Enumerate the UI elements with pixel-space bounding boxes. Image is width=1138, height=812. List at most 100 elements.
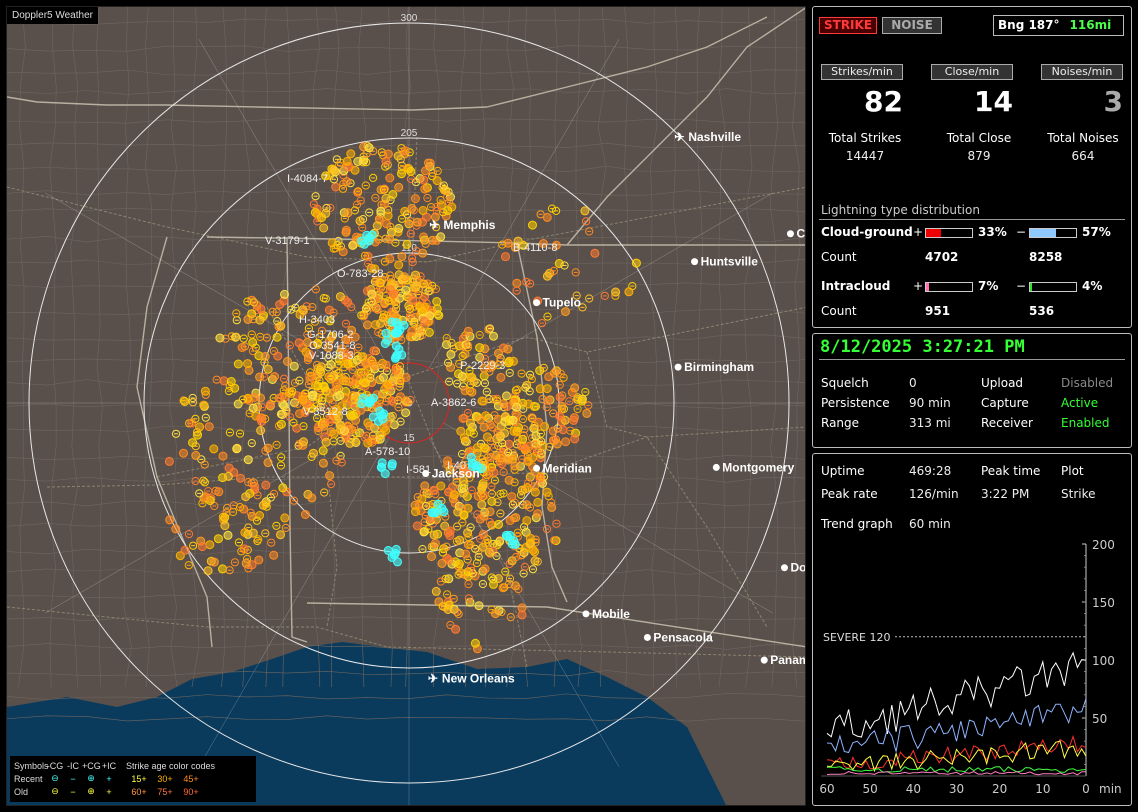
lightning-map[interactable]: 300 205 110 15 I-4084-7 V-3179-1 O-783-28 B-411… <box>6 6 806 806</box>
airport-icon: ✈ <box>428 671 438 685</box>
ic-positive-bar <box>925 282 973 292</box>
range-label: Range <box>821 416 860 430</box>
legend-recent-pos-cg: ⊕ <box>87 773 95 783</box>
trend-graph: 2001501005060 50 40 30 20 10 0 minSEVERE 120 <box>819 538 1122 796</box>
severe-threshold-label: SEVERE 120 <box>823 631 891 644</box>
storm-cell-label: V-1088-3 <box>309 350 354 362</box>
trend-total-line <box>826 651 1087 738</box>
squelch-value: 0 <box>909 376 917 390</box>
total-close-value: 879 <box>967 149 991 163</box>
map-canvas[interactable]: 30020511015I-4084-7V-3179-1O-783-28B-411… <box>7 7 806 806</box>
trend-y-tick-label: 50 <box>1092 712 1107 726</box>
strike-mode-button[interactable]: STRIKE <box>819 17 877 34</box>
squelch-label: Squelch <box>821 376 869 390</box>
upload-label: Upload <box>981 376 1024 390</box>
persistence-value: 90 min <box>909 396 951 410</box>
legend-age-title: Strike age color codes <box>126 760 216 771</box>
total-close-label: Total Close <box>946 131 1012 145</box>
close-per-min-value: 14 <box>974 85 1013 118</box>
app-title: Doppler5 Weather <box>7 7 98 24</box>
trend-x-tick-label: 60 <box>819 782 834 796</box>
storm-cell-label: H-3403 <box>299 314 335 326</box>
city-dot <box>712 463 720 471</box>
storm-cell-label: B-4110-8 <box>513 242 557 254</box>
strike-markers <box>164 141 641 654</box>
cg-plus-sign: + <box>913 225 924 239</box>
total-noises-value: 664 <box>1071 149 1095 163</box>
ic-negative-count: 536 <box>1029 304 1055 318</box>
ic-positive-fill <box>926 283 930 291</box>
legend-old-neg-ic: − <box>70 786 76 797</box>
total-noises-label: Total Noises <box>1047 131 1119 145</box>
intracloud-label: Intracloud <box>821 279 891 293</box>
legend-age-15: 15+ <box>131 773 147 784</box>
city-dot <box>533 299 541 307</box>
legend-col-pos-cg: +CG <box>82 760 101 771</box>
cg-positive-bar <box>925 228 973 238</box>
close-per-min-label: Close/min <box>931 64 1013 80</box>
city-label: Montgomery <box>722 460 794 474</box>
city-label: Meridian <box>543 461 592 475</box>
legend-recent-neg-ic: − <box>70 773 76 784</box>
cg-negative-fill <box>1030 229 1057 237</box>
legend-age-60: 60+ <box>131 786 147 797</box>
airport-icon: ✈ <box>674 130 684 144</box>
ic-positive-count: 951 <box>925 304 951 318</box>
ring-label-205: 205 <box>401 128 418 139</box>
trend-y-tick-label: 150 <box>1092 596 1115 610</box>
distribution-divider <box>819 219 1125 220</box>
city-label: Nashville <box>688 130 741 144</box>
city-dot <box>691 258 699 266</box>
legend-age-75: 75+ <box>157 786 173 797</box>
storm-cell-label: A-3862-6 <box>431 397 476 409</box>
trend-x-tick-label: 0 <box>1082 782 1090 796</box>
trend-ic-line <box>826 766 1087 773</box>
ic-plus-sign: + <box>913 279 924 293</box>
cg-count-label: Count <box>821 250 857 264</box>
city-label: Chattanooga <box>796 227 806 241</box>
legend-col-neg-ic: -IC <box>67 760 79 771</box>
noise-mode-button[interactable]: NOISE <box>882 17 942 34</box>
strikes-per-min-label: Strikes/min <box>821 64 903 80</box>
datetime-divider <box>819 359 1125 360</box>
trend-y-tick-label: 200 <box>1092 538 1115 552</box>
capture-status[interactable]: Active <box>1061 396 1098 410</box>
receiver-status[interactable]: Enabled <box>1061 416 1110 430</box>
city-dot <box>582 610 590 618</box>
city-label: Huntsville <box>701 255 759 269</box>
legend-recent-neg-cg: ⊖ <box>51 773 59 783</box>
total-strikes-value: 14447 <box>845 149 885 163</box>
trend-x-unit: min <box>1099 782 1122 796</box>
cg-positive-fill <box>926 229 942 237</box>
airport-icon: ✈ <box>429 218 439 232</box>
strikes-per-min-value: 82 <box>864 85 903 118</box>
city-label: New Orleans <box>442 671 515 685</box>
ic-minus-sign: − <box>1016 279 1027 293</box>
status-panel: 8/12/2025 3:27:21 PM Squelch 0 Upload Di… <box>812 333 1132 448</box>
city-dot <box>533 464 541 472</box>
legend-recent-pos-ic: + <box>106 773 112 784</box>
legend-col-pos-ic: +IC <box>101 760 117 771</box>
bearing-range: 116mi <box>1069 18 1112 32</box>
cloud-ground-label: Cloud-ground <box>821 225 913 239</box>
trend-x-tick-label: 40 <box>906 782 921 796</box>
legend-old-pos-ic: + <box>106 786 112 797</box>
capture-label: Capture <box>981 396 1029 410</box>
city-label: Panama City <box>770 653 806 667</box>
noises-per-min-label: Noises/min <box>1041 64 1123 80</box>
symbol-legend: Symbols -CG -IC +CG +IC Strike age color… <box>10 756 256 802</box>
city-dot <box>643 633 651 641</box>
upload-status[interactable]: Disabled <box>1061 376 1113 390</box>
storm-cell-label: A-578-10 <box>365 446 410 458</box>
total-strikes-label: Total Strikes <box>828 131 902 145</box>
current-datetime: 8/12/2025 3:27:21 PM <box>820 337 1025 357</box>
storm-cell-label: V-3179-1 <box>265 235 310 247</box>
trend-panel: Uptime 469:28 Peak time Plot Peak rate 1… <box>812 453 1132 806</box>
range-value: 313 mi <box>909 416 951 430</box>
ic-negative-bar <box>1029 282 1077 292</box>
ic-count-label: Count <box>821 304 857 318</box>
cg-positive-count: 4702 <box>925 250 959 264</box>
ic-negative-fill <box>1030 283 1032 291</box>
legend-symbols-label: Symbols <box>14 760 49 771</box>
cg-minus-sign: − <box>1016 225 1027 239</box>
